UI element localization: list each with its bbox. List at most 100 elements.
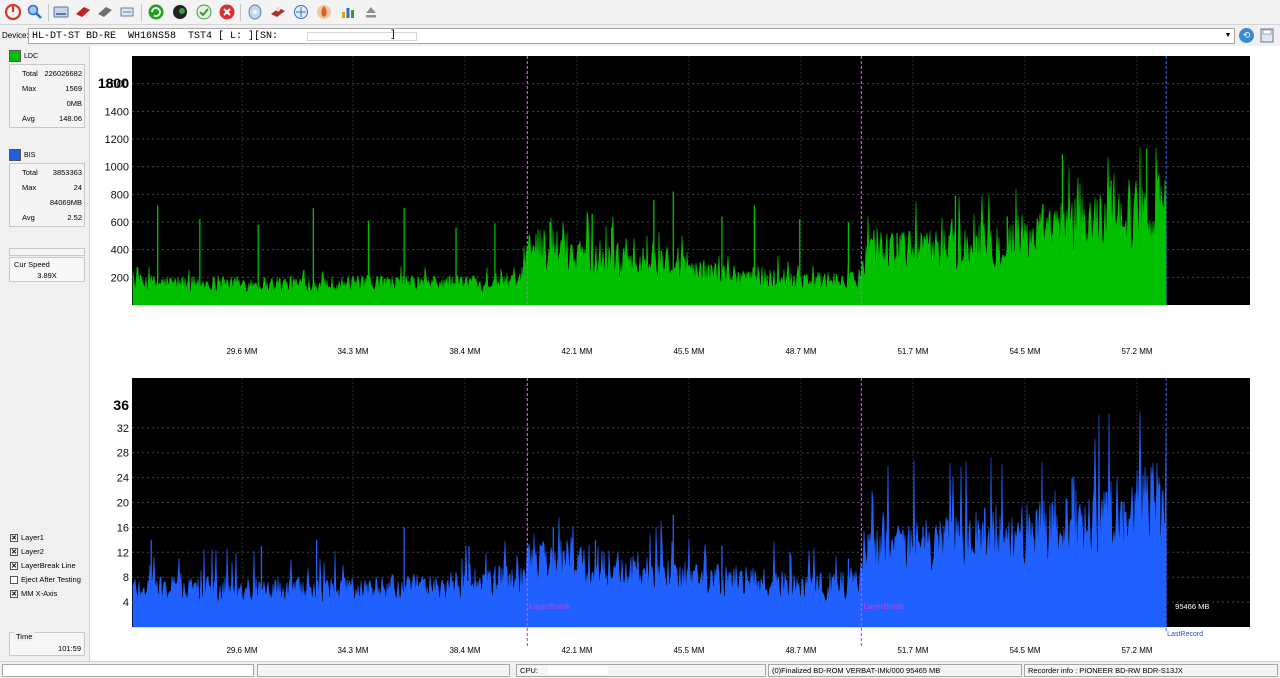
recorder-info-text: Recorder info : PIONEER BD-RW BDR-S13JX [1028,666,1183,675]
layer2-checkbox-label: Layer2 [21,547,44,556]
device-bar: Device: HL-DT-ST BD-RE WH16NS58 TST4 [ L… [0,27,1280,45]
chart-icon[interactable] [339,3,357,21]
mm-x-axis-check-box[interactable]: ✕ [10,589,18,598]
ldc-max-label: Max [22,84,37,93]
y-tick-label: 4 [123,597,129,609]
ldc-avg-row: Avg 148.06 [10,112,84,126]
bis-avg-value: 2.52 [67,213,82,222]
eject-after-testing-checkbox[interactable]: Eject After Testing [10,575,81,584]
x-tick-label: 34.3 MM [337,347,368,356]
bis-swatch [9,149,21,161]
progress-bar [9,248,85,256]
disc-info-text: (0)Finalized BD-ROM VERBAT-IMk/000 95465… [772,666,941,675]
burn-disc-icon[interactable] [74,3,92,21]
cpu-label: CPU: [520,666,538,675]
toolbar-separator [48,4,49,21]
mm-x-axis-checkbox[interactable]: ✕ MM X-Axis [10,589,57,598]
x-tick-label: 38.4 MM [449,646,480,655]
x-tick-label: 45.5 MM [673,347,704,356]
burn-icon[interactable] [315,3,333,21]
refresh-icon[interactable] [147,3,165,21]
last-record-label: LastRecord [1167,631,1203,638]
ldc-chart: 2004006008001000120014001600180029.6 MM 3… [98,56,1250,356]
drive-icon[interactable] [52,3,70,21]
toolbar-separator [141,4,142,21]
y-top-label: 1800 [98,75,129,91]
y-tick-label: 400 [111,245,129,257]
layer-break-label: LayerBreak [863,602,905,611]
sidebar: LDC Total 226026682 Max 1569 0MB Avg 148.06… [7,46,89,660]
y-top-label: 36 [113,397,129,413]
cpu-status-box: CPU: [516,664,766,677]
bis-label: BIS [24,151,36,159]
device-refresh-button[interactable]: ⟲ [1239,28,1254,43]
x-tick-label: 29.6 MM [226,646,257,655]
ldc-label: LDC [24,52,39,60]
ldc-stats-panel: Total 226026682 Max 1569 0MB Avg 148.06 [9,64,85,128]
cpu-meter [548,667,609,676]
earth-icon[interactable] [171,3,189,21]
layerbreak-check-box[interactable]: ✕ [10,561,18,570]
chevron-down-icon[interactable]: ▼ [1223,30,1233,42]
ldc-legend: LDC [9,50,38,62]
eject-icon[interactable] [362,3,380,21]
y-tick-label: 1000 [105,162,129,174]
device-value: HL-DT-ST BD-RE WH16NS58 TST4 [ L: ][SN: [32,31,279,42]
eject-check-box[interactable] [10,575,18,584]
x-tick-label: 51.7 MM [897,646,928,655]
y-tick-label: 800 [111,189,129,201]
scan-icon[interactable] [292,3,310,21]
y-tick-label: 16 [117,522,129,534]
bis-pos-value: 84069MB [49,198,82,207]
x-tick-label: 38.4 MM [449,347,480,356]
end-value-label: 95466 MB [1175,602,1209,611]
stop-icon[interactable] [218,3,236,21]
x-tick-label: 57.2 MM [1121,646,1152,655]
save-icon[interactable] [1260,28,1274,43]
device-serial-mask [307,32,417,41]
x-tick-label: 57.2 MM [1121,347,1152,356]
bis-max-label: Max [22,183,37,192]
bis-max-row: Max 24 [10,181,84,195]
recorder-info-box: Recorder info : PIONEER BD-RW BDR-S13JX [1024,664,1278,677]
x-tick-label: 54.5 MM [1009,646,1040,655]
verify-icon[interactable] [195,3,213,21]
disc-info-icon[interactable] [246,3,264,21]
ldc-total-value: 226026682 [44,69,82,78]
y-tick-label: 200 [111,272,129,284]
bis-max-value: 24 [73,183,82,192]
bis-chart: 4 8 12 16 20 24 28 32 36 LayerBreak LayerBreak 9546… [113,378,1250,655]
ldc-pos-row: 0MB [10,97,84,111]
cur-speed-label: Cur Speed [14,260,50,269]
bis-legend: BIS [9,149,35,161]
y-tick-label: 32 [117,423,129,435]
x-tick-label: 42.1 MM [561,347,592,356]
toolbar-separator [240,4,241,21]
disc-quality-icon[interactable] [269,3,287,21]
ldc-swatch [9,50,21,62]
x-tick-label: 42.1 MM [561,646,592,655]
x-tick-label: 48.7 MM [785,347,816,356]
erase-disc-icon[interactable] [96,3,114,21]
x-tick-label: 48.7 MM [785,646,816,655]
status-bar: CPU: (0)Finalized BD-ROM VERBAT-IMk/000 … [0,661,1280,678]
layerbreak-line-checkbox[interactable]: ✕ LayerBreak Line [10,561,76,570]
layer2-checkbox[interactable]: ✕ Layer2 [10,547,44,556]
y-tick-label: 24 [117,473,129,485]
ldc-total-row: Total 226026682 [10,67,84,81]
layer1-checkbox[interactable]: ✕ Layer1 [10,533,44,542]
find-icon[interactable] [26,3,44,21]
toolbar [0,0,1280,25]
x-tick-label: 29.6 MM [226,347,257,356]
copy-icon[interactable] [118,3,136,21]
ldc-total-label: Total [22,69,38,78]
power-icon[interactable] [4,3,22,21]
layer1-check-box[interactable]: ✕ [10,533,18,542]
layer2-check-box[interactable]: ✕ [10,547,18,556]
device-select[interactable]: HL-DT-ST BD-RE WH16NS58 TST4 [ L: ][SN: … [28,28,1235,44]
x-tick-label: 45.5 MM [673,646,704,655]
ldc-max-row: Max 1569 [10,82,84,96]
bis-avg-row: Avg 2.52 [10,211,84,225]
status-message-box [257,664,510,677]
x-tick-label: 51.7 MM [897,347,928,356]
